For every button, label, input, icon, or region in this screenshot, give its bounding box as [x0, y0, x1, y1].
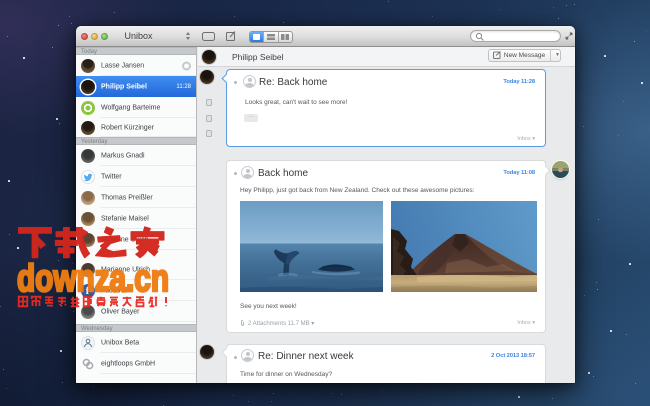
svg-text:downza.cn: downza.cn	[17, 258, 169, 300]
